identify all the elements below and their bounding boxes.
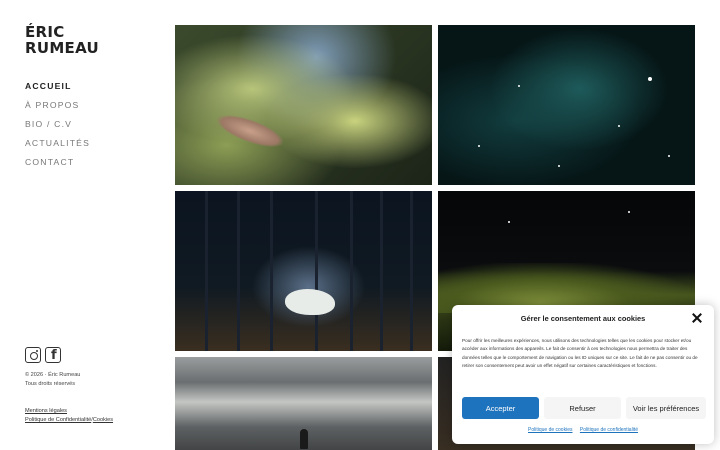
cookie-buttons: Accepter Refuser Voir les préférences <box>462 397 706 419</box>
photo-detail-figure <box>300 429 308 449</box>
legal-mentions-link[interactable]: Mentions légales <box>25 408 67 414</box>
site-title-line2[interactable]: RUMEAU <box>25 40 99 56</box>
legal-links: Mentions légales Politique de Confidenti… <box>25 407 113 425</box>
nav-item-bio-cv[interactable]: BIO / C.V <box>25 118 90 137</box>
nav-item-accueil[interactable]: ACCUEIL <box>25 80 90 99</box>
cookie-policy-link[interactable]: Politique de cookies <box>528 427 572 433</box>
cookies-link[interactable]: Cookies <box>93 417 113 423</box>
cookie-dialog-links: Politique de cookies Politique de confid… <box>452 427 714 433</box>
photo-aurora-stars[interactable] <box>438 25 695 185</box>
close-icon[interactable] <box>692 313 702 323</box>
accept-button[interactable]: Accepter <box>462 397 539 419</box>
photo-detail-rock <box>285 289 335 315</box>
privacy-policy-dialog-link[interactable]: Politique de confidentialité <box>580 427 638 433</box>
nav-item-actualites[interactable]: ACTUALITÉS <box>25 137 90 156</box>
cookie-dialog-title: Gérer le consentement aux cookies <box>520 314 646 323</box>
rights-text: Tous droits réservés <box>25 381 76 387</box>
social-links: f <box>25 347 61 363</box>
refuse-button[interactable]: Refuser <box>544 397 621 419</box>
photo-mimosa[interactable] <box>175 25 432 185</box>
photo-detail-hand <box>213 108 287 154</box>
nav-item-a-propos[interactable]: À PROPOS <box>25 99 90 118</box>
cookie-dialog-text: Pour offrir les meilleures expériences, … <box>462 338 698 368</box>
site-title-line1[interactable]: ÉRIC <box>25 24 99 40</box>
site-title[interactable]: ÉRIC RUMEAU <box>25 24 99 56</box>
sidebar: ÉRIC RUMEAU ACCUEIL À PROPOS BIO / C.V A… <box>0 0 170 450</box>
privacy-policy-link[interactable]: Politique de Confidentialité <box>25 417 91 423</box>
facebook-icon[interactable]: f <box>45 347 61 363</box>
instagram-icon[interactable] <box>25 347 41 363</box>
cookie-consent-dialog: Gérer le consentement aux cookies Pour o… <box>452 305 714 444</box>
photo-forest-rock[interactable] <box>175 191 432 351</box>
nav-item-contact[interactable]: CONTACT <box>25 156 90 175</box>
main-nav: ACCUEIL À PROPOS BIO / C.V ACTUALITÉS CO… <box>25 80 90 175</box>
copyright-text: © 2026 · Éric Rumeau <box>25 372 81 378</box>
photo-cave-figure[interactable] <box>175 357 432 450</box>
preferences-button[interactable]: Voir les préférences <box>626 397 706 419</box>
copyright: © 2026 · Éric Rumeau Tous droits réservé… <box>25 371 80 389</box>
